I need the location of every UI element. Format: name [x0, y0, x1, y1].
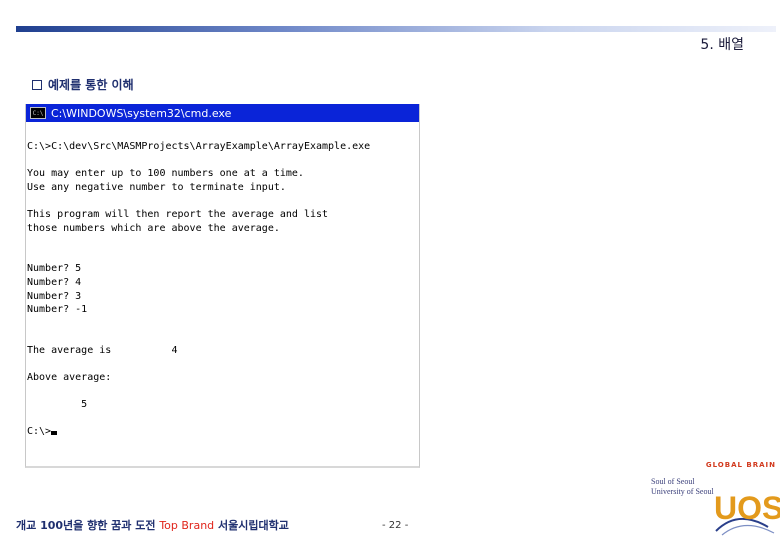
footer-university: 서울시립대학교 — [218, 519, 289, 532]
logo-line2: University of Seoul — [651, 487, 714, 496]
console-line: The average is 4 — [27, 344, 178, 356]
logo-line1: Soul of Seoul — [651, 477, 695, 486]
console-line: C:\>C:\dev\Src\MASMProjects\ArrayExample… — [27, 141, 371, 152]
footer-brand: Top Brand — [159, 519, 215, 532]
console-line: C:\> — [27, 425, 370, 439]
logo-global-text: GLOBAL BRAIN — [705, 461, 776, 469]
console-output: C:\>C:\dev\Src\MASMProjects\ArrayExample… — [27, 140, 370, 439]
console-line: Number? -1 — [27, 304, 88, 316]
console-line: Use any negative number to terminate inp… — [27, 181, 286, 193]
cmd-window-title: C:\WINDOWS\system32\cmd.exe — [51, 106, 232, 120]
console-line: You may enter up to 100 numbers one at a… — [27, 168, 304, 180]
console-line: Number? 5 — [27, 263, 82, 275]
top-gradient-bar — [16, 26, 776, 32]
console-line: Above average: — [27, 372, 112, 384]
chapter-title: 5. 배열 — [700, 37, 744, 53]
cmd-window[interactable]: C:\ C:\WINDOWS\system32\cmd.exe C:\>C:\d… — [25, 104, 420, 468]
footer-text: 개교 100년을 향한 꿈과 도전 — [16, 519, 156, 532]
university-logo: GLOBAL BRAIN Soul of Seoul University of… — [645, 455, 780, 540]
uos-logo-mark: UOS — [714, 490, 780, 536]
section-heading: 예제를 통한 이해 — [32, 76, 134, 93]
logo-mark-text: UOS — [714, 490, 780, 526]
footer-slogan: 개교 100년을 향한 꿈과 도전 Top Brand 서울시립대학교 — [16, 517, 289, 533]
console-line: 5 — [27, 399, 88, 411]
page-number: - 22 - — [382, 520, 409, 531]
console-line: those numbers which are above the averag… — [27, 222, 280, 234]
cmd-icon: C:\ — [30, 107, 46, 119]
cmd-title-bar[interactable]: C:\ C:\WINDOWS\system32\cmd.exe — [26, 104, 419, 122]
section-title: 예제를 통한 이해 — [48, 78, 134, 92]
square-bullet-icon — [32, 79, 42, 90]
console-line: Number? 3 — [27, 290, 82, 302]
console-line: This program will then report the averag… — [27, 208, 329, 220]
console-cursor — [51, 431, 58, 436]
console-line: Number? 4 — [27, 276, 82, 288]
